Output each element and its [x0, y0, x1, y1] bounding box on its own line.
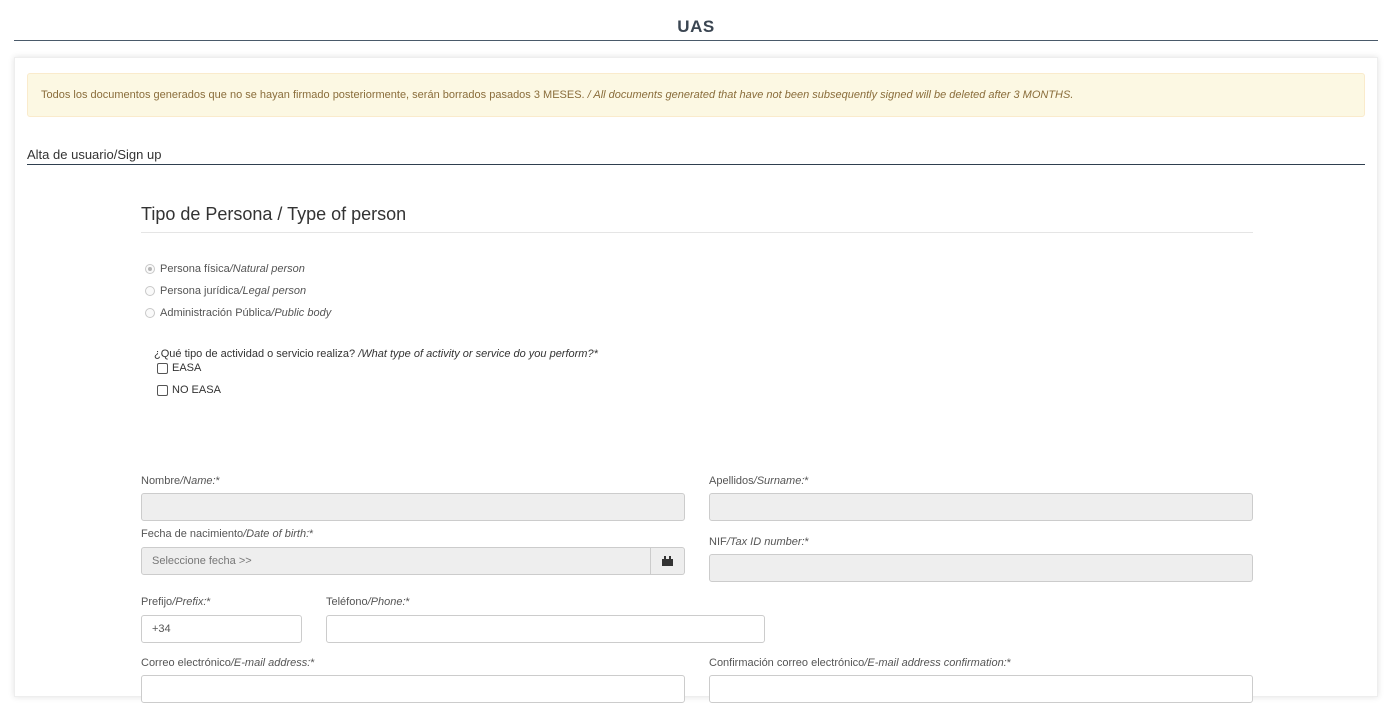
checkbox-box[interactable] — [157, 362, 168, 374]
warning-alert: Todos los documentos generados que no se… — [27, 73, 1365, 117]
radio-label-en: /Legal person — [239, 285, 307, 297]
alert-text-en: / All documents generated that have not … — [587, 89, 1074, 101]
question-text-es: ¿Qué tipo de actividad o servicio realiz… — [154, 348, 359, 360]
email-confirm-label: Confirmación correo electrónico/E-mail a… — [709, 657, 1012, 669]
calendar-button[interactable] — [651, 547, 685, 575]
header-bar: UAS — [14, 0, 1378, 41]
radio-label-es: Administración Pública — [160, 307, 272, 319]
radio-label-es: Persona jurídica — [160, 285, 240, 297]
prefix-input[interactable] — [141, 615, 302, 643]
person-type-legend: Tipo de Persona / Type of person — [141, 204, 1253, 233]
radio-button[interactable] — [145, 286, 155, 296]
radio-button-selected[interactable] — [145, 264, 155, 274]
checkbox-label: NO EASA — [172, 384, 221, 396]
radio-button[interactable] — [145, 308, 155, 318]
section-title: Alta de usuario/Sign up — [27, 148, 1365, 165]
activity-question: ¿Qué tipo de actividad o servicio realiz… — [154, 348, 598, 360]
checkbox-easa[interactable]: EASA — [157, 362, 201, 374]
name-input[interactable] — [141, 493, 685, 521]
email-confirm-input[interactable] — [709, 675, 1253, 703]
surname-label: Apellidos/Surname:* — [709, 475, 809, 487]
phone-label: Teléfono/Phone:* — [326, 596, 410, 608]
calendar-icon — [662, 556, 673, 566]
radio-label-es: Persona física — [160, 263, 230, 275]
main-panel: Todos los documentos generados que no se… — [14, 57, 1378, 703]
name-label: Nombre/Name:* — [141, 475, 220, 487]
dob-input[interactable] — [141, 547, 651, 575]
checkbox-label: EASA — [172, 362, 202, 374]
phone-input[interactable] — [326, 615, 765, 643]
radio-label-en: /Public body — [271, 307, 332, 319]
checkbox-box[interactable] — [157, 384, 168, 396]
app-title: UAS — [677, 17, 715, 36]
email-input[interactable] — [141, 675, 685, 703]
nif-input[interactable] — [709, 554, 1253, 582]
question-text-en: /What type of activity or service do you… — [358, 348, 598, 360]
email-label: Correo electrónico/E-mail address:* — [141, 657, 315, 669]
prefix-label: Prefijo/Prefix:* — [141, 596, 211, 608]
radio-label-en: /Natural person — [229, 263, 305, 275]
nif-label: NIF/Tax ID number:* — [709, 536, 809, 548]
radio-natural-person[interactable]: Persona física/Natural person — [145, 263, 305, 275]
checkbox-no-easa[interactable]: NO EASA — [157, 384, 221, 396]
surname-input[interactable] — [709, 493, 1253, 521]
alert-text-es: Todos los documentos generados que no se… — [41, 89, 585, 101]
radio-public-body[interactable]: Administración Pública/Public body — [145, 307, 331, 319]
dob-label: Fecha de nacimiento/Date of birth:* — [141, 528, 314, 540]
radio-legal-person[interactable]: Persona jurídica/Legal person — [145, 285, 306, 297]
